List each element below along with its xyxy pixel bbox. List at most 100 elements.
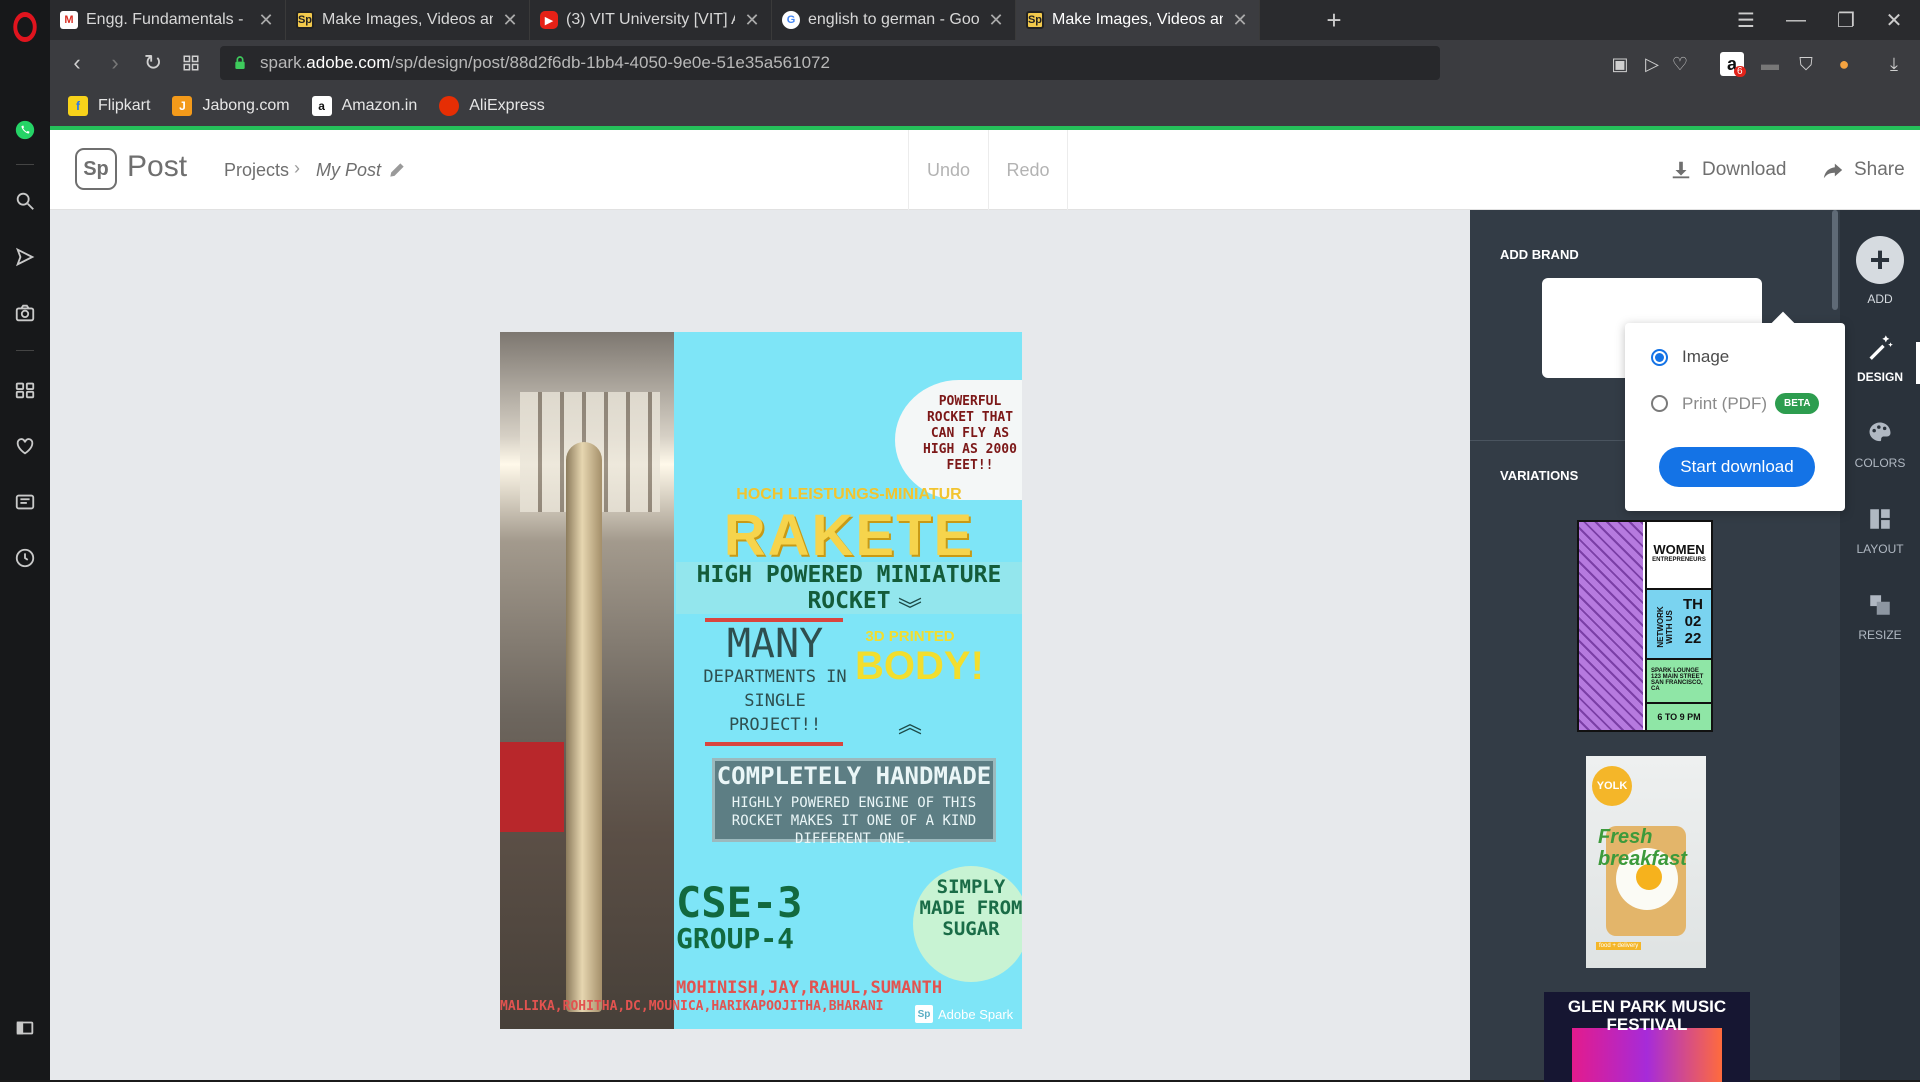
- share-button[interactable]: Share: [1822, 130, 1905, 210]
- bookmark-flipkart[interactable]: f Flipkart: [68, 96, 150, 116]
- download-option-image[interactable]: Image: [1651, 347, 1729, 367]
- breadcrumb-separator: ›: [294, 158, 300, 178]
- poster-engine[interactable]: HIGHLY POWERED ENGINE OF THIS ROCKET MAK…: [712, 794, 996, 848]
- option-pdf-label: Print (PDF): [1682, 393, 1767, 413]
- close-icon[interactable]: ✕: [257, 10, 275, 31]
- cube-icon[interactable]: ▣: [1608, 52, 1632, 76]
- new-tab-button[interactable]: +: [1318, 4, 1350, 36]
- tab-menu-icon[interactable]: ☰: [1722, 0, 1770, 40]
- variation-fresh-breakfast[interactable]: YOLK Fresh breakfast food + delivery: [1586, 756, 1706, 968]
- var2-brand: YOLK: [1592, 766, 1632, 806]
- url-input[interactable]: spark. adobe.com/sp/design/post/88d2f6db-…: [220, 46, 1440, 80]
- close-icon[interactable]: ✕: [987, 10, 1005, 31]
- speed-dial-icon[interactable]: [13, 378, 37, 402]
- poster-names-1[interactable]: MOHINISH,JAY,RAHUL,SUMANTH: [676, 978, 1022, 998]
- variation-women-entrepreneurs[interactable]: WOMEN ENTREPRENEURS NETWORK WITH US TH 0…: [1577, 520, 1713, 732]
- breadcrumb-projects[interactable]: Projects: [224, 160, 289, 181]
- rail-add[interactable]: + ADD: [1840, 236, 1920, 306]
- tool-rail: + ADD DESIGN COLORS LAYOUT RESIZE: [1840, 210, 1920, 1080]
- variation-music-festival[interactable]: GLEN PARK MUSIC FESTIVAL: [1544, 992, 1750, 1082]
- poster-many[interactable]: MANY: [700, 624, 850, 664]
- back-button[interactable]: ‹: [62, 48, 92, 78]
- poster-3d-printed[interactable]: 3D PRINTED: [855, 628, 965, 645]
- download-button[interactable]: Download: [1670, 130, 1787, 210]
- tab-spark-1[interactable]: Sp Make Images, Videos and ✕: [286, 0, 530, 40]
- var2-footer: food + delivery: [1596, 942, 1642, 950]
- poster-handmade[interactable]: COMPLETELY HANDMADE: [712, 762, 996, 790]
- poster-names-2[interactable]: MALLIKA,ROHITHA,DC,MOUNICA,HARIKAPOOJITH…: [500, 999, 920, 1014]
- news-icon[interactable]: [13, 490, 37, 514]
- rail-layout[interactable]: LAYOUT: [1840, 504, 1920, 556]
- tab-gmail[interactable]: M Engg. Fundamentals - Proj ✕: [50, 0, 286, 40]
- close-icon[interactable]: ✕: [501, 10, 519, 31]
- google-icon: G: [782, 11, 800, 29]
- sidebar-toggle-icon[interactable]: [13, 1016, 37, 1040]
- camera-icon[interactable]: [13, 301, 37, 325]
- pencil-icon[interactable]: [387, 160, 407, 180]
- panel-scrollbar[interactable]: [1832, 210, 1838, 310]
- minimize-button[interactable]: —: [1772, 0, 1820, 40]
- poster-departments[interactable]: DEPARTMENTS IN SINGLE PROJECT!!: [700, 665, 850, 737]
- tab-spark-2[interactable]: Sp Make Images, Videos and ✕: [1016, 0, 1260, 40]
- poster-sugar[interactable]: SIMPLY MADE FROM SUGAR: [913, 877, 1022, 940]
- flipkart-icon: f: [68, 96, 88, 116]
- rocket-photo[interactable]: [500, 332, 674, 1029]
- bookmark-label: Flipkart: [98, 97, 151, 114]
- opera-logo-icon[interactable]: [13, 12, 37, 42]
- var1-time: 6 TO 9 PM: [1645, 704, 1711, 730]
- poster-group[interactable]: GROUP-4: [676, 922, 876, 955]
- spark-watermark-logo: Sp: [915, 1005, 933, 1023]
- tab-youtube[interactable]: ▶ (3) VIT University [VIT] Am ✕: [530, 0, 772, 40]
- redo-button[interactable]: Redo: [988, 130, 1068, 210]
- sidebar-divider: [16, 350, 34, 351]
- poster-class[interactable]: CSE-3: [676, 878, 876, 927]
- send-icon[interactable]: ▷: [1640, 52, 1664, 76]
- download-option-pdf[interactable]: Print (PDF) BETA: [1651, 393, 1820, 414]
- whatsapp-icon[interactable]: [13, 118, 37, 142]
- tabs-grid-icon[interactable]: [176, 48, 206, 78]
- send-icon[interactable]: [13, 245, 37, 269]
- bookmark-label: Jabong.com: [202, 97, 290, 114]
- bookmark-amazon[interactable]: a Amazon.in: [311, 96, 418, 116]
- rail-add-label: ADD: [1867, 292, 1893, 306]
- search-icon[interactable]: [13, 189, 37, 213]
- bookmark-heart-icon[interactable]: ♡: [1668, 52, 1692, 76]
- download-menu: Image Print (PDF) BETA Start download: [1625, 311, 1845, 511]
- history-icon[interactable]: [13, 546, 37, 570]
- heart-icon[interactable]: [13, 434, 37, 458]
- extension-badge: 6: [1734, 66, 1746, 77]
- bookmark-aliexpress[interactable]: AliExpress: [439, 96, 545, 116]
- bookmark-jabong[interactable]: J Jabong.com: [172, 96, 290, 116]
- option-image-label: Image: [1682, 347, 1730, 366]
- close-window-button[interactable]: ✕: [1870, 0, 1918, 40]
- start-download-button[interactable]: Start download: [1659, 447, 1815, 487]
- poster-canvas[interactable]: POWERFUL ROCKET THAT CAN FLY AS HIGH AS …: [500, 332, 1022, 1029]
- undo-button[interactable]: Undo: [908, 130, 988, 210]
- wallet-extension-icon[interactable]: ●: [1832, 52, 1856, 76]
- bubble-text[interactable]: POWERFUL ROCKET THAT CAN FLY AS HIGH AS …: [920, 394, 1020, 474]
- zigzag-pattern: [1579, 522, 1643, 730]
- close-icon[interactable]: ✕: [1231, 10, 1249, 31]
- tab-google[interactable]: G english to german - Googl ✕: [772, 0, 1016, 40]
- shield-icon[interactable]: ⛉: [1794, 52, 1818, 76]
- forward-button[interactable]: ›: [100, 48, 130, 78]
- download-icon[interactable]: ⤓: [1882, 52, 1906, 76]
- tab-label: (3) VIT University [VIT] Am: [566, 11, 735, 28]
- breadcrumb-current[interactable]: My Post: [316, 160, 381, 181]
- layout-icon: [1865, 504, 1895, 534]
- poster-body[interactable]: BODY!: [855, 644, 984, 689]
- radio-selected-icon[interactable]: [1651, 348, 1668, 366]
- close-icon[interactable]: ✕: [743, 10, 761, 31]
- reload-button[interactable]: ↻: [138, 48, 168, 78]
- rail-colors[interactable]: COLORS: [1840, 418, 1920, 470]
- poster-title-en[interactable]: HIGH POWERED MINIATURE ROCKET: [676, 562, 1022, 614]
- rail-resize[interactable]: RESIZE: [1840, 590, 1920, 642]
- radio-unselected-icon[interactable]: [1651, 395, 1668, 412]
- poster-title-de[interactable]: RAKETE: [676, 502, 1022, 569]
- spark-logo[interactable]: Sp: [75, 148, 117, 190]
- rail-design[interactable]: DESIGN: [1840, 332, 1920, 384]
- restore-button[interactable]: ❐: [1822, 0, 1870, 40]
- download-label: Download: [1702, 159, 1787, 180]
- bookmark-label: Amazon.in: [341, 97, 418, 114]
- extension-icon[interactable]: ▬: [1758, 52, 1782, 76]
